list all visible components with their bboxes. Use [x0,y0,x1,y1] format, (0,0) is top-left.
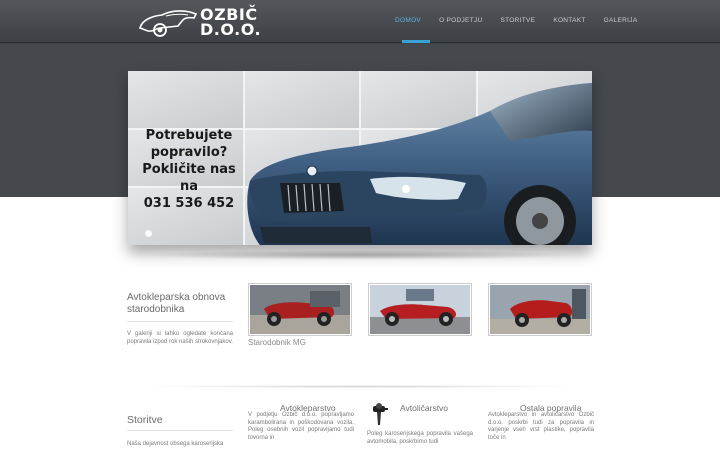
brand-line-2: D.O.O. [200,20,262,39]
active-nav-indicator [402,40,430,43]
gallery-thumb-1[interactable] [248,283,352,336]
services-heading: Storitve [127,414,163,426]
oldtimer-text: V galeriji si lahko ogledate končana pop… [127,331,233,345]
oldtimer-photo-2 [370,285,470,334]
car-logo-icon [139,10,198,37]
gallery-thumb-3[interactable] [488,283,592,336]
oldtimer-photo-1 [250,285,350,334]
main-nav: DOMOV O PODJETJU STORITVE KONTAKT GALERI… [395,17,655,24]
hero-phone: 031 536 452 [143,196,235,211]
nav-item-domov[interactable]: DOMOV [395,17,421,24]
oldtimer-heading: Avtokleparska obnova starodobnika [127,292,226,315]
hero-shadow [140,250,580,260]
hero-line-2: popravilo? [150,145,228,160]
heading-divider [127,321,233,322]
hero-line-3: Pokličite nas na [142,162,236,194]
nav-item-o-podjetju[interactable]: O PODJETJU [439,17,482,24]
nav-item-kontakt[interactable]: KONTAKT [553,17,585,24]
hero-line-1: Potrebujete [145,128,233,143]
service-title-painting: Avtoličarstvo [400,403,449,413]
hero-slider[interactable]: Potrebujete popravilo? Pokličite nas na … [128,71,592,245]
service-text-painting: Poleg karoserijskega popravila vašega av… [367,431,473,445]
gallery-thumb-2[interactable] [368,283,472,336]
spray-gun-icon [373,403,388,425]
service-text-other: Avtokleparstvo in avtoličarstvo Ozbič d.… [488,412,594,441]
services-divider [127,430,233,431]
car-image [247,83,592,245]
service-text-bodywork: V podjetju Ozbič d.o.o. popravljamo kara… [248,412,354,441]
brand-name: OZBIČ D.O.O. [200,7,262,39]
services-text: Naša dejavnost obsega karoserijska [127,441,224,447]
oldtimer-photo-3 [490,285,590,334]
logo[interactable]: OZBIČ D.O.O. [138,4,263,40]
gallery-caption: Starodobnik MG [248,338,306,347]
nav-item-galerija[interactable]: GALERIJA [604,17,638,24]
hero-callout: Potrebujete popravilo? Pokličite nas na … [134,127,244,212]
slider-dot[interactable] [145,230,152,237]
nav-item-storitve[interactable]: STORITVE [501,17,536,24]
section-divider [137,385,583,388]
